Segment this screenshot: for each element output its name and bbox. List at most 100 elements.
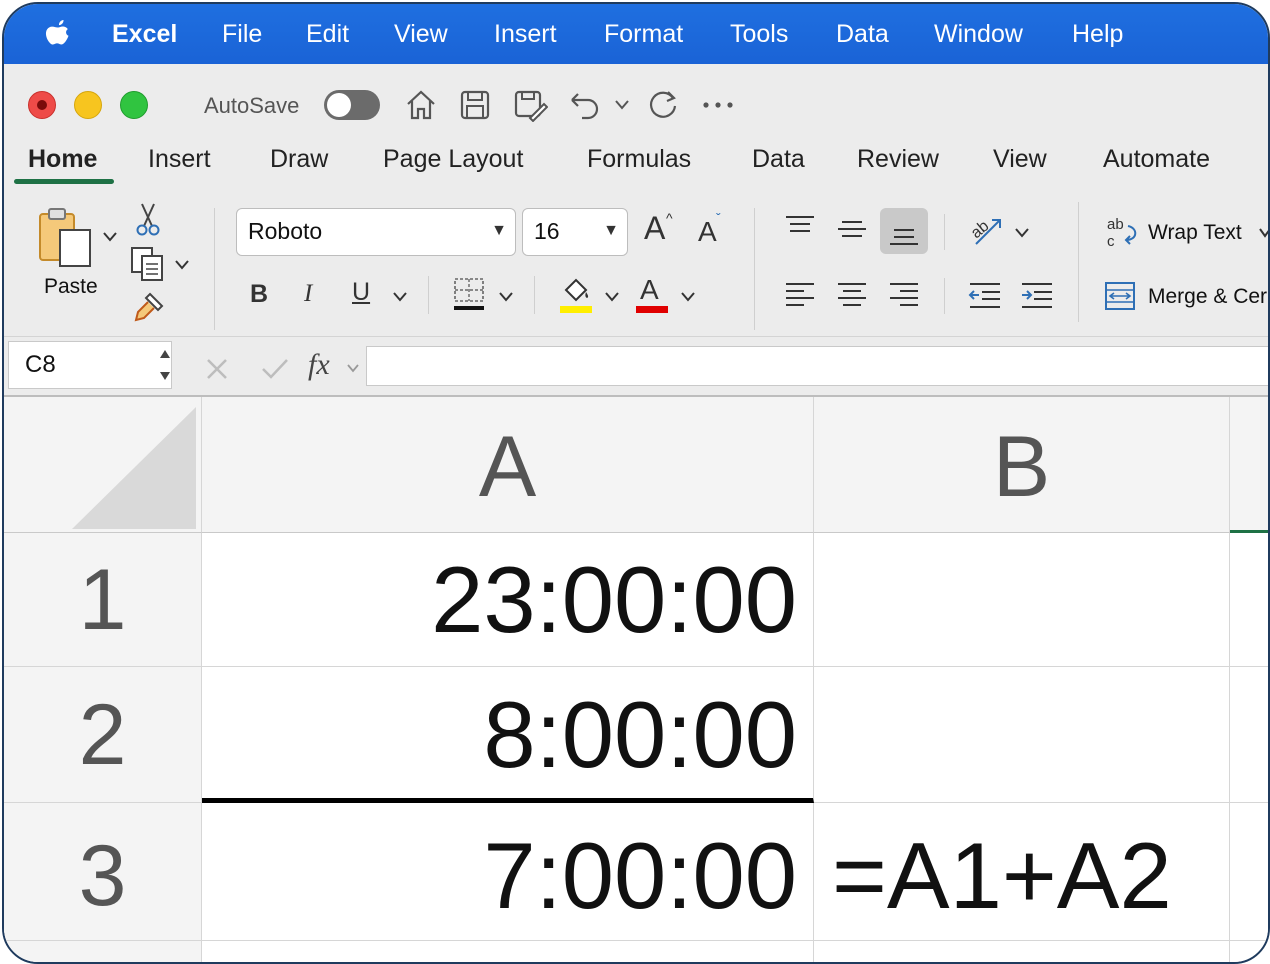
font-color-dropdown-chevron-icon[interactable] (680, 290, 696, 304)
menu-app-name[interactable]: Excel (112, 18, 177, 50)
paste-label[interactable]: Paste (44, 275, 98, 299)
confirm-entry-icon[interactable] (260, 356, 290, 382)
close-window-button[interactable] (28, 91, 56, 119)
menu-edit[interactable]: Edit (306, 18, 349, 50)
apple-icon[interactable] (44, 18, 72, 50)
name-box-stepper-icon[interactable] (158, 346, 172, 384)
merge-center-icon[interactable] (1104, 280, 1136, 312)
tab-view[interactable]: View (993, 143, 1047, 175)
redo-icon[interactable] (646, 88, 680, 122)
cell-c3[interactable] (1230, 803, 1268, 941)
copy-icon[interactable] (130, 246, 166, 282)
bold-button[interactable]: B (250, 280, 268, 309)
merge-center-label[interactable]: Merge & Cer (1148, 285, 1267, 309)
tab-home[interactable]: Home (28, 143, 97, 175)
cell-b3[interactable]: =A1+A2 (814, 803, 1230, 941)
orientation-dropdown-chevron-icon[interactable] (1014, 226, 1030, 240)
orientation-icon[interactable]: ab (966, 210, 1006, 250)
menu-format[interactable]: Format (604, 18, 683, 50)
paste-icon[interactable] (36, 206, 96, 270)
cell-b1[interactable] (814, 533, 1230, 667)
name-box[interactable]: C8 (8, 341, 172, 389)
tab-review[interactable]: Review (857, 143, 939, 175)
autosave-toggle[interactable] (324, 90, 380, 120)
cut-scissors-icon[interactable] (136, 202, 160, 236)
borders-dropdown-chevron-icon[interactable] (498, 290, 514, 304)
decrease-font-size-button[interactable]: A (698, 216, 717, 248)
ribbon-separator (1078, 202, 1079, 322)
cell-c4[interactable] (1230, 941, 1268, 962)
align-middle-icon[interactable] (836, 212, 868, 244)
wrap-text-label[interactable]: Wrap Text (1148, 221, 1242, 245)
font-size-select[interactable]: 16 ▼ (522, 208, 628, 256)
fill-color-icon[interactable] (558, 274, 594, 314)
copy-dropdown-chevron-icon[interactable] (174, 258, 190, 272)
cell-c1[interactable] (1230, 533, 1268, 667)
align-bottom-button[interactable] (880, 208, 928, 254)
font-name-select[interactable]: Roboto ▼ (236, 208, 516, 256)
formula-input[interactable] (366, 346, 1268, 386)
align-center-icon[interactable] (836, 280, 868, 312)
menu-file[interactable]: File (222, 18, 262, 50)
menu-view[interactable]: View (394, 18, 448, 50)
underline-button[interactable]: U (352, 278, 370, 307)
menu-tools[interactable]: Tools (730, 18, 788, 50)
active-tab-indicator (14, 179, 114, 184)
cell-a4[interactable] (202, 941, 814, 962)
font-color-button[interactable]: A (640, 274, 659, 306)
undo-dropdown-chevron-icon[interactable] (614, 98, 630, 112)
minimize-window-button[interactable] (74, 91, 102, 119)
align-right-icon[interactable] (888, 280, 920, 312)
more-options-icon[interactable] (702, 100, 734, 110)
menu-window[interactable]: Window (934, 18, 1023, 50)
wrap-text-dropdown-chevron-icon[interactable] (1258, 226, 1270, 240)
align-left-icon[interactable] (784, 280, 816, 312)
tab-draw[interactable]: Draw (270, 143, 328, 175)
format-painter-icon[interactable] (132, 290, 166, 324)
font-color-swatch (636, 306, 668, 313)
tab-data[interactable]: Data (752, 143, 805, 175)
zoom-window-button[interactable] (120, 91, 148, 119)
column-header-c[interactable] (1230, 397, 1268, 533)
align-top-icon[interactable] (784, 212, 816, 244)
tab-insert[interactable]: Insert (148, 143, 211, 175)
menu-help[interactable]: Help (1072, 18, 1123, 50)
cell-b2[interactable] (814, 667, 1230, 803)
tab-page-layout[interactable]: Page Layout (383, 143, 523, 175)
home-icon[interactable] (404, 88, 438, 122)
italic-button[interactable]: I (304, 280, 312, 308)
ribbon-separator (534, 276, 535, 314)
row-header-1[interactable]: 1 (4, 533, 202, 667)
increase-font-size-button[interactable]: A (644, 210, 665, 247)
column-header-b[interactable]: B (814, 397, 1230, 533)
select-all-triangle-icon (72, 407, 196, 529)
insert-function-button[interactable]: fx (308, 348, 330, 382)
decrease-indent-icon[interactable] (968, 280, 1002, 312)
wrap-text-icon[interactable]: ab c (1104, 214, 1140, 250)
paste-dropdown-chevron-icon[interactable] (102, 230, 118, 244)
cell-a2[interactable]: 8:00:00 (202, 667, 814, 803)
save-as-icon[interactable] (512, 88, 548, 122)
tab-formulas[interactable]: Formulas (587, 143, 691, 175)
row-header-2[interactable]: 2 (4, 667, 202, 803)
undo-icon[interactable] (568, 88, 602, 122)
cancel-entry-icon[interactable] (204, 356, 230, 382)
function-dropdown-chevron-icon[interactable] (346, 362, 360, 374)
fill-color-dropdown-chevron-icon[interactable] (604, 290, 620, 304)
caret-down-icon: ˇ (716, 210, 721, 226)
cell-c2[interactable] (1230, 667, 1268, 803)
borders-icon[interactable] (452, 276, 486, 312)
cell-b4[interactable] (814, 941, 1230, 962)
save-icon[interactable] (458, 88, 492, 122)
row-header-3[interactable]: 3 (4, 803, 202, 941)
column-header-a[interactable]: A (202, 397, 814, 533)
cell-a3[interactable]: 7:00:00 (202, 803, 814, 941)
tab-automate[interactable]: Automate (1103, 143, 1210, 175)
underline-dropdown-chevron-icon[interactable] (392, 290, 408, 304)
menu-data[interactable]: Data (836, 18, 889, 50)
select-all-corner[interactable] (4, 397, 202, 533)
row-header-4[interactable] (4, 941, 202, 962)
cell-a1[interactable]: 23:00:00 (202, 533, 814, 667)
increase-indent-icon[interactable] (1020, 280, 1054, 312)
menu-insert[interactable]: Insert (494, 18, 557, 50)
